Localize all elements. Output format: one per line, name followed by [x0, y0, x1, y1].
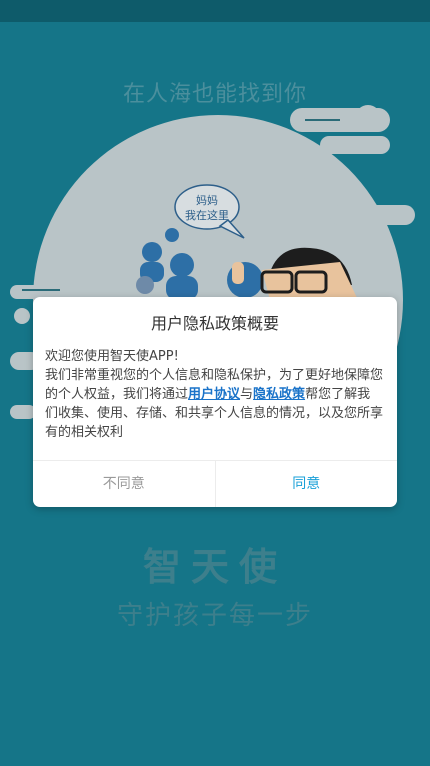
dialog-title: 用户隐私政策概要: [150, 314, 279, 333]
dialog-greeting: 欢迎您使用智天使APP!: [45, 349, 179, 364]
user-agreement-link[interactable]: 用户协议: [188, 387, 240, 402]
disagree-button[interactable]: 不同意: [33, 461, 216, 507]
agree-button[interactable]: 同意: [216, 461, 398, 507]
dialog-conjunction: 与: [240, 387, 254, 402]
dialog-button-row: 不同意 同意: [33, 460, 397, 507]
privacy-policy-dialog: 用户隐私政策概要 欢迎您使用智天使APP! 我们非常重视您的个人信息和隐私保护，…: [33, 297, 397, 507]
dialog-body: 欢迎您使用智天使APP! 我们非常重视您的个人信息和隐私保护，为了更好地保障您的…: [45, 347, 383, 442]
privacy-policy-link[interactable]: 隐私政策: [253, 387, 305, 402]
